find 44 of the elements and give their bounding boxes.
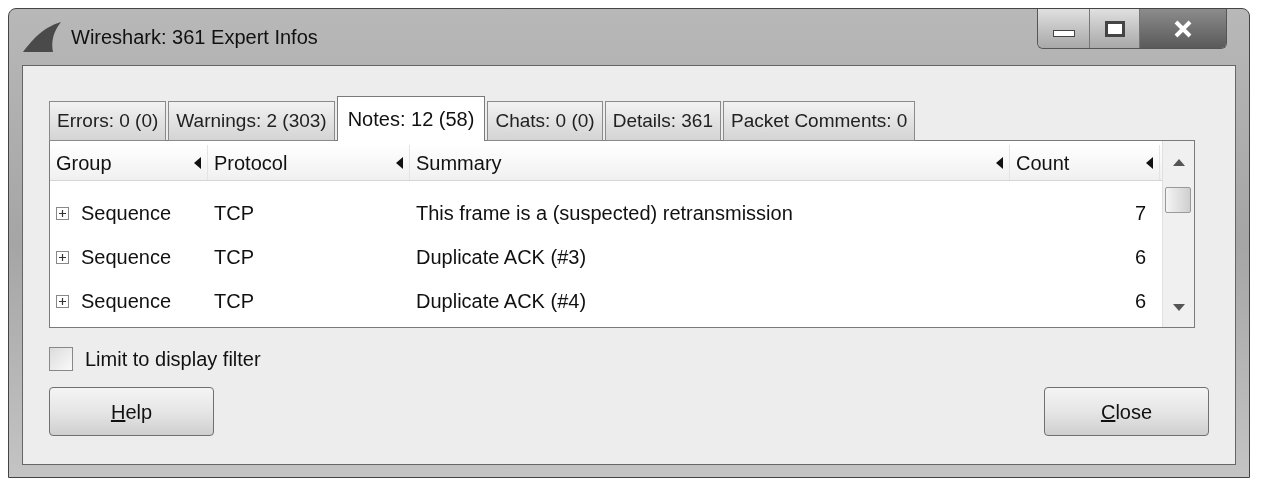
- checkbox-label: Limit to display filter: [85, 347, 261, 372]
- table-cell-text: Duplicate ACK (#3): [416, 245, 587, 270]
- minimize-icon: [1052, 30, 1075, 37]
- expand-icon[interactable]: [56, 250, 69, 264]
- table-cell-text: 6: [1134, 289, 1146, 314]
- maximize-icon: [1104, 20, 1125, 37]
- dialog-button[interactable]: Close: [1044, 387, 1209, 436]
- tab[interactable]: Details: 361: [604, 101, 721, 141]
- sort-arrow-icon: [996, 156, 1003, 169]
- table-cell-text: Sequence: [81, 201, 172, 226]
- table-cell-text: This frame is a (suspected) retransmission: [416, 201, 793, 226]
- checkbox[interactable]: [49, 347, 73, 371]
- maximize-button[interactable]: [1090, 9, 1140, 48]
- table-cell-text: Duplicate ACK (#4): [416, 289, 587, 314]
- table-cell-text: TCP: [214, 201, 254, 226]
- tab[interactable]: Chats: 0 (0): [487, 101, 603, 141]
- table-cell-text: TCP: [214, 245, 254, 270]
- column-header[interactable]: Summary: [410, 145, 1010, 180]
- table-cell-text: Sequence: [81, 245, 172, 270]
- tab[interactable]: Warnings: 2 (303): [168, 101, 335, 141]
- column-header[interactable]: Protocol: [208, 145, 410, 180]
- dialog-button[interactable]: Help: [49, 387, 214, 436]
- close-icon: [1173, 19, 1193, 38]
- tab[interactable]: Packet Comments: 0: [723, 101, 916, 141]
- close-button[interactable]: [1140, 9, 1226, 48]
- scroll-up-icon[interactable]: [1173, 159, 1185, 166]
- tab[interactable]: Errors: 0 (0): [49, 101, 167, 141]
- table-cell-text: 6: [1134, 245, 1146, 270]
- expand-icon[interactable]: [56, 294, 69, 308]
- scrollbar[interactable]: [1162, 141, 1194, 327]
- column-header[interactable]: Count: [1010, 145, 1160, 180]
- scroll-thumb[interactable]: [1165, 187, 1191, 213]
- column-header[interactable]: Group: [50, 145, 208, 180]
- table-cell-text: 7: [1134, 201, 1146, 226]
- sort-arrow-icon: [396, 156, 403, 169]
- sort-arrow-icon: [1146, 156, 1153, 169]
- sort-arrow-icon: [194, 156, 201, 169]
- table-cell-text: TCP: [214, 289, 254, 314]
- table-cell-text: Sequence: [81, 289, 172, 314]
- tab[interactable]: Notes: 12 (58): [336, 96, 486, 141]
- expand-icon[interactable]: [56, 206, 69, 220]
- minimize-button[interactable]: [1038, 9, 1090, 48]
- window-title: Wireshark: 361 Expert Infos: [71, 25, 318, 50]
- scroll-down-icon[interactable]: [1173, 304, 1185, 311]
